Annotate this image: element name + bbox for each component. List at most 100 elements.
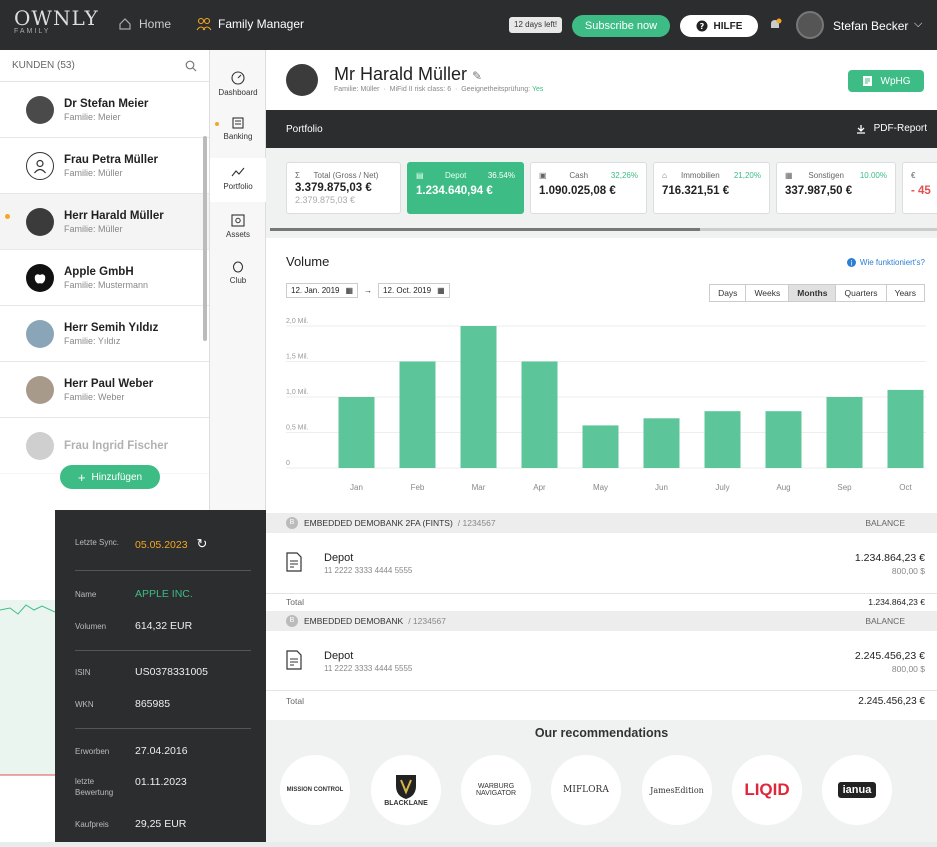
account-row[interactable]: Depot 11 2222 3333 4444 5555 1.234.864,2… [266, 540, 937, 590]
bar-may[interactable] [582, 425, 619, 468]
bank-header[interactable]: B EMBEDDED DEMOBANK / 1234567 BALANCE [266, 611, 937, 631]
customer-name: Frau Ingrid Fischer [64, 439, 169, 452]
kpi-value: 1.234.640,94 € [416, 185, 493, 197]
nav-dashboard[interactable]: Dashboard [210, 70, 266, 97]
kpi-cash[interactable]: ▣ Cash 32,26% 1.090.025,08 € [530, 162, 647, 214]
bank-logo-icon: B [286, 517, 298, 529]
edit-icon[interactable]: ✎ [472, 69, 482, 83]
date-from: 12. Jan. 2019 [291, 286, 340, 295]
date-range: 12. Jan. 2019 ▦ → 12. Oct. 2019 ▦ [286, 283, 450, 298]
partner-logo-liqid[interactable]: LIQID [732, 755, 802, 825]
kpi-total[interactable]: Σ Total (Gross / Net) 3.379.875,03 € 2.37… [286, 162, 401, 214]
add-customer-label: Hinzufügen [91, 471, 143, 483]
bar-sep[interactable] [826, 397, 863, 468]
bar-apr[interactable] [521, 361, 558, 469]
y-tick-label: 1,0 Mil. [286, 389, 309, 396]
kpi-depot[interactable]: ▤ Depot 36.54% 1.234.640,94 € [407, 162, 524, 214]
total-label: Total [286, 597, 304, 607]
tab-quarters[interactable]: Quarters [836, 285, 887, 301]
bank-total: Total 2.245.456,23 € [266, 690, 937, 716]
subscribe-button[interactable]: Subscribe now [572, 15, 670, 37]
customer-item[interactable]: Herr Semih Yıldız Familie: Yıldız [0, 306, 209, 362]
partner-logo-blacklane[interactable]: BLACKLANE [371, 755, 441, 825]
partner-logo-warburg[interactable]: WARBURG NAVIGATOR [461, 755, 531, 825]
nav-banking[interactable]: Banking [210, 114, 266, 141]
help-label: HILFE [713, 20, 743, 32]
user-avatar[interactable] [796, 11, 824, 39]
shield-icon [396, 774, 416, 799]
kpi-percent: 10.00% [859, 171, 887, 180]
bar-mar[interactable] [460, 326, 497, 468]
partner-logo-jamesedition[interactable]: JamesEdition [642, 755, 712, 825]
tab-weeks[interactable]: Weeks [746, 285, 790, 301]
client-meta: Familie: Müller · MiFid II risk class: 6… [334, 86, 544, 93]
customer-item[interactable]: Herr Paul Weber Familie: Weber [0, 362, 209, 418]
ring-icon [232, 261, 244, 273]
partner-logo-ianua[interactable]: ianua [822, 755, 892, 825]
pdf-report-button[interactable]: PDF-Report [856, 123, 927, 134]
customer-name: Herr Semih Yıldız [64, 321, 159, 334]
notifications-bell[interactable] [767, 17, 783, 38]
kpi-label: Depot [445, 171, 467, 180]
nav-home[interactable]: Home [118, 17, 171, 31]
nav-club[interactable]: Club [210, 258, 266, 285]
tab-years[interactable]: Years [887, 285, 924, 301]
customer-list-scrollbar[interactable] [203, 136, 207, 341]
chevron-down-icon[interactable]: ⌵ [914, 18, 922, 31]
account-row[interactable]: Depot 11 2222 3333 4444 5555 2.245.456,2… [266, 638, 937, 688]
kpi-cut-off[interactable]: € - 45 [902, 162, 937, 214]
kpi-real-estate[interactable]: ⌂ Immobilien 21,20% 716.321,51 € [653, 162, 770, 214]
date-from-picker[interactable]: 12. Jan. 2019 ▦ [286, 283, 359, 298]
help-button[interactable]: ? HILFE [680, 15, 758, 37]
partner-logo-mission-control[interactable]: MISSION CONTROL [280, 755, 350, 825]
ownly-logo[interactable]: OWNLY FAMILY [14, 8, 99, 35]
bar-july[interactable] [704, 411, 741, 468]
customer-item[interactable]: Frau Petra Müller Familie: Müller [0, 138, 209, 194]
bar-feb[interactable] [399, 361, 436, 469]
nav-portfolio[interactable]: Portfolio [210, 158, 266, 202]
customer-item-selected[interactable]: Herr Harald Müller Familie: Müller [0, 194, 209, 250]
divider [75, 650, 251, 651]
kpi-percent: 21,20% [733, 171, 761, 180]
how-it-works-link[interactable]: i Wie funktioniert's? [846, 258, 925, 267]
apple-logo-icon [26, 263, 54, 292]
wallet-icon: ▣ [539, 171, 547, 180]
date-to-picker[interactable]: 12. Oct. 2019 ▦ [378, 283, 450, 298]
kpi-scroll-thumb[interactable] [270, 228, 700, 231]
bar-oct[interactable] [887, 389, 924, 468]
partner-logo-miflora[interactable]: MIFLORA [551, 755, 621, 825]
bar-jun[interactable] [643, 418, 680, 468]
kpi-value: 1.090.025,08 € [539, 185, 616, 197]
nav-portfolio-label: Portfolio [223, 182, 253, 191]
account-amount-eur: 1.234.864,23 € [854, 552, 925, 564]
customer-list: KUNDEN (53) Dr Stefan Meier Familie: Meie… [0, 50, 210, 510]
bank-header[interactable]: B EMBEDDED DEMOBANK 2FA (FINTS) / 123456… [266, 513, 937, 533]
tab-days[interactable]: Days [710, 285, 747, 301]
account-number: 11 2222 3333 4444 5555 [324, 566, 413, 575]
search-icon[interactable] [185, 60, 197, 72]
y-tick-label: 2,0 Mil. [286, 318, 309, 325]
nav-family-manager[interactable]: Family Manager [196, 17, 304, 31]
volume-bar-chart: 0 0,5 Mil. 1,0 Mil. 1,5 Mil. 2,0 Mil. Jan Feb M… [286, 318, 926, 492]
kpi-value: 3.379.875,03 € [295, 182, 372, 194]
wphg-button[interactable]: WpHG [848, 70, 924, 92]
bar-jan[interactable] [338, 397, 375, 468]
bar-aug[interactable] [765, 411, 802, 468]
sync-date: 05.05.2023 ↻ [135, 536, 207, 552]
customer-family: Familie: Müller [64, 167, 123, 178]
refresh-icon[interactable]: ↻ [196, 536, 207, 551]
tab-months[interactable]: Months [789, 285, 837, 301]
customer-family: Familie: Yıldız [64, 335, 121, 346]
customer-name: Herr Harald Müller [64, 209, 164, 222]
user-name[interactable]: Stefan Becker [833, 19, 908, 33]
customer-item[interactable]: Apple GmbH Familie: Mustermann [0, 250, 209, 306]
customer-item[interactable]: Dr Stefan Meier Familie: Meier [0, 82, 209, 138]
sync-date-text: 05.05.2023 [135, 539, 188, 551]
add-customer-button[interactable]: + Hinzufügen [60, 465, 160, 489]
kpi-other[interactable]: ▦ Sonstigen 10.00% 337.987,50 € [776, 162, 896, 214]
client-risk-class: MiFid II risk class: 6 [389, 86, 452, 93]
balance-header: BALANCE [865, 616, 905, 626]
kpi-scrollbar[interactable] [270, 228, 937, 231]
nav-assets[interactable]: Assets [210, 212, 266, 239]
depot-icon: ▤ [416, 171, 424, 180]
